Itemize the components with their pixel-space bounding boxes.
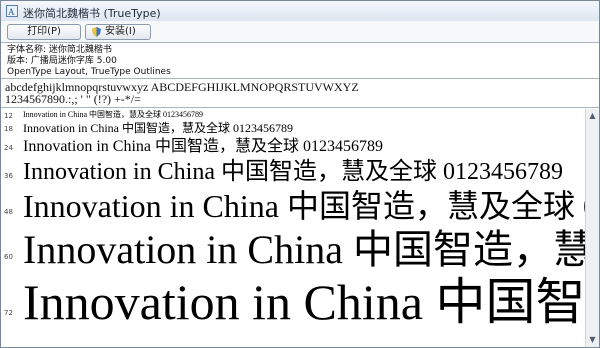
size-label: 12	[4, 112, 13, 120]
sample-cjk: 中国智造，慧及全球	[122, 121, 231, 135]
sample-row-12: 12 Innovation in China 中国智造，慧及全球 0123456…	[1, 110, 585, 121]
sample-text: Innovation in China 中国智造，慧及全球 0123456789	[23, 138, 383, 155]
toolbar: 打印(P) 安装(I)	[1, 21, 599, 43]
vertical-scrollbar[interactable]: ▲ ▼	[585, 109, 599, 347]
font-viewer-window: A 迷你简北魏楷书 (TrueType) 打印(P) 安装(I) 字体名称: 迷…	[0, 0, 600, 348]
sample-row-48: 48 Innovation in China 中国智造，慧及全球 0123456…	[1, 188, 585, 227]
sample-text: Innovation in China 中国智造，慧及全球 0123456789	[23, 227, 585, 273]
sample-digits: 0123456789	[575, 188, 585, 224]
install-button-label: 安装(I)	[105, 26, 136, 37]
size-label: 48	[4, 208, 13, 216]
scroll-down-icon[interactable]: ▼	[586, 333, 599, 347]
sample-text: Innovation in China 中国智造，慧及全球 0123456789	[23, 190, 585, 222]
sample-digits: 0123456789	[436, 159, 563, 185]
sample-latin: Innovation in China	[23, 138, 155, 155]
sample-latin: Innovation in China	[23, 159, 221, 185]
scroll-up-icon[interactable]: ▲	[586, 109, 599, 123]
window-title: 迷你简北魏楷书 (TrueType)	[23, 7, 161, 20]
sample-latin: Innovation in China	[23, 188, 287, 224]
sample-text: Innovation in China 中国智造，慧及全球 0123456789	[23, 159, 563, 184]
font-file-icon: A	[6, 5, 18, 17]
sample-digits: 0123456789	[161, 110, 203, 119]
info-divider	[1, 78, 599, 79]
font-name-text: 字体名称: 迷你简北魏楷书	[7, 45, 112, 55]
sample-row-72: 72 Innovation in China 中国智造，慧及全球 0123456…	[1, 275, 585, 347]
sample-cjk: 中国智造，慧及全球	[286, 188, 575, 225]
sample-cjk: 中国智造，慧及全球	[435, 275, 585, 331]
sample-digits: 0123456789	[230, 121, 294, 135]
charset-divider	[1, 107, 599, 108]
sample-cjk: 中国智造，慧及全球	[154, 136, 299, 155]
sample-row-18: 18 Innovation in China 中国智造，慧及全球 0123456…	[1, 120, 585, 136]
sample-latin: Innovation in China	[23, 275, 436, 330]
sample-latin: Innovation in China	[23, 121, 122, 135]
charset-symbols: 1234567890.:,; ' " (!?) +-*/=	[5, 92, 141, 106]
size-label: 24	[4, 144, 13, 152]
svg-text:A: A	[8, 7, 15, 16]
sample-cjk: 中国智造，慧及全球	[89, 110, 161, 119]
sample-text: Innovation in China 中国智造，慧及全球 0123456789	[23, 111, 203, 119]
sample-cjk: 中国智造，慧及全球	[352, 227, 585, 273]
install-button[interactable]: 安装(I)	[85, 24, 151, 40]
size-label: 60	[4, 253, 13, 261]
sample-row-60: 60 Innovation in China 中国智造，慧及全球 0123456…	[1, 227, 585, 275]
font-version-text: 版本: 广播局迷你字库 5.00	[7, 56, 117, 66]
toolbar-divider	[1, 42, 599, 43]
title-bar: A 迷你简北魏楷书 (TrueType)	[1, 1, 599, 22]
sample-text: Innovation in China 中国智造，慧及全球 0123456789	[23, 277, 585, 327]
sample-row-36: 36 Innovation in China 中国智造，慧及全球 0123456…	[1, 156, 585, 188]
print-button[interactable]: 打印(P)	[7, 24, 81, 40]
sample-latin: Innovation in China	[23, 227, 353, 272]
sample-latin: Innovation in China	[23, 110, 89, 119]
shield-icon	[92, 27, 101, 37]
sample-cjk: 中国智造，慧及全球	[220, 157, 437, 185]
font-type-text: OpenType Layout, TrueType Outlines	[7, 67, 171, 77]
size-label: 72	[4, 309, 13, 317]
sample-text: Innovation in China 中国智造，慧及全球 0123456789	[23, 122, 293, 134]
sample-row-24: 24 Innovation in China 中国智造，慧及全球 0123456…	[1, 136, 585, 156]
size-label: 36	[4, 172, 13, 180]
size-label: 18	[4, 125, 13, 133]
sample-digits: 0123456789	[299, 138, 383, 155]
